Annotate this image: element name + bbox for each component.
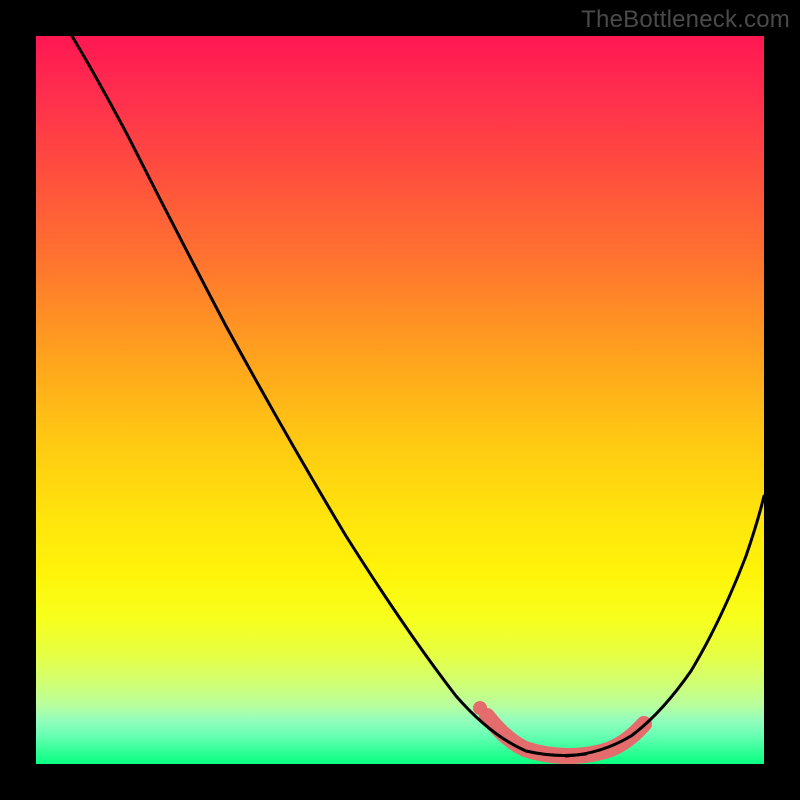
curve-layer [36, 36, 764, 764]
curve-left-branch [72, 36, 586, 755]
highlight-dot [473, 701, 487, 715]
curve-right-branch [566, 496, 764, 756]
plot-area [36, 36, 764, 764]
chart-frame: TheBottleneck.com [0, 0, 800, 800]
watermark-text: TheBottleneck.com [581, 6, 790, 34]
highlight-segment [487, 716, 644, 756]
